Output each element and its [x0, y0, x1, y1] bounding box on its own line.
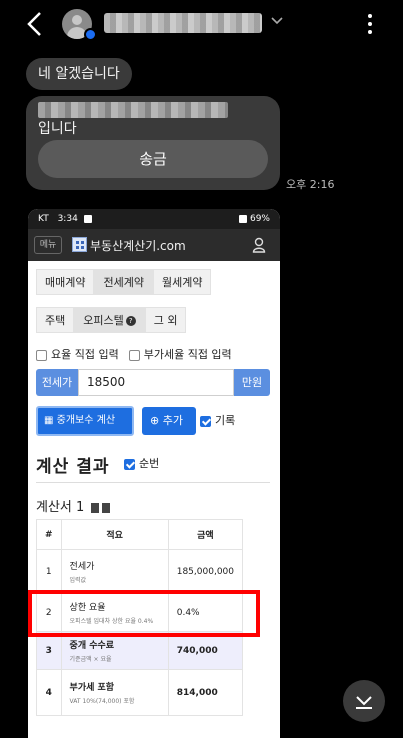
signal-icon: [239, 214, 248, 223]
order-checkbox: 순번: [124, 455, 159, 471]
contract-tabs: 매매계약 전세계약 월세계약: [36, 269, 212, 295]
option-checkboxes: 요율 직접 입력 부가세율 직접 입력: [36, 346, 232, 362]
result-title: 계산 결과: [36, 457, 110, 477]
scroll-down-button[interactable]: [343, 680, 385, 722]
record-checkbox: 기록: [200, 412, 235, 428]
copy-icon: [91, 502, 100, 513]
col-header: 적요: [60, 519, 169, 550]
site-header: 메뉴 부동산계산기.com: [28, 229, 280, 261]
site-name: 부동산계산기.com: [90, 239, 186, 253]
message-bubble[interactable]: 네 알겠습니다: [26, 58, 132, 90]
status-time: 3:34: [57, 214, 78, 224]
menu-button: 메뉴: [34, 236, 62, 254]
price-input: 18500: [78, 369, 234, 396]
table-row: 4 부가세 포함 VAT 10%(74,000) 포함 814,000: [36, 669, 244, 716]
checkbox-checked-icon: [200, 415, 211, 427]
input-prefix: 전세가: [36, 369, 78, 396]
checkbox-icon: [128, 349, 140, 361]
col-header: #: [36, 519, 62, 550]
checkbox-icon: [36, 349, 47, 361]
tab-sale: 매매계약: [36, 269, 95, 295]
transfer-button[interactable]: 송금: [38, 140, 268, 178]
message-bubble-transfer[interactable]: 입니다 송금: [26, 96, 280, 190]
carrier: KT: [38, 214, 49, 224]
message-time: 오후 2:16: [286, 178, 335, 191]
calc-button: ▦ 중개보수 계산: [36, 406, 134, 436]
tab-officetel: 오피스텔?: [74, 307, 145, 333]
col-header: 금액: [167, 519, 244, 550]
back-icon[interactable]: [24, 10, 48, 38]
property-tabs: 주택 오피스텔? 그 외: [36, 307, 187, 333]
site-logo-icon: [72, 237, 87, 252]
shared-image[interactable]: KT 3:34 69% 메뉴 부동산계산기.com 매매계약 전세계약 월세계약…: [28, 209, 280, 738]
table-row: 3 중개 수수료 기준금액 × 요율 740,000: [36, 631, 244, 670]
vat-direct-option: 부가세율 직접 입력: [128, 346, 232, 362]
more-vert-icon[interactable]: [364, 12, 376, 36]
tab-jeonse: 전세계약: [94, 269, 153, 295]
status-dot: [84, 28, 97, 41]
battery-level: 69%: [249, 214, 270, 224]
input-suffix: 만원: [234, 369, 270, 396]
chevron-down-icon[interactable]: [270, 14, 284, 28]
rate-direct-option: 요율 직접 입력: [36, 346, 119, 362]
tab-monthly: 월세계약: [152, 269, 212, 295]
notification-icon: [83, 214, 92, 223]
divider: [36, 482, 270, 483]
add-button: ⊕ 추가: [142, 407, 196, 435]
tab-house: 주택: [36, 307, 75, 333]
document-icon: [102, 502, 111, 513]
message-text: 입니다: [38, 121, 77, 137]
user-icon: [252, 237, 266, 253]
contact-name-blurred[interactable]: [104, 13, 262, 33]
sheet-title: 계산서 1: [36, 496, 111, 515]
table-header: # 적요 금액: [36, 519, 244, 550]
checkbox-checked-icon: [124, 458, 135, 470]
chevron-down-icon: [356, 696, 372, 709]
tab-other: 그 외: [144, 307, 187, 333]
image-status-bar: KT 3:34 69%: [28, 209, 280, 229]
help-icon: ?: [125, 316, 136, 326]
price-input-group: 전세가 18500 만원: [36, 369, 270, 396]
blurred-text: [38, 102, 228, 118]
top-bar: [0, 0, 403, 48]
highlight-box: [28, 590, 260, 637]
table-row: 1 전세가 입력값 185,000,000: [36, 549, 244, 594]
